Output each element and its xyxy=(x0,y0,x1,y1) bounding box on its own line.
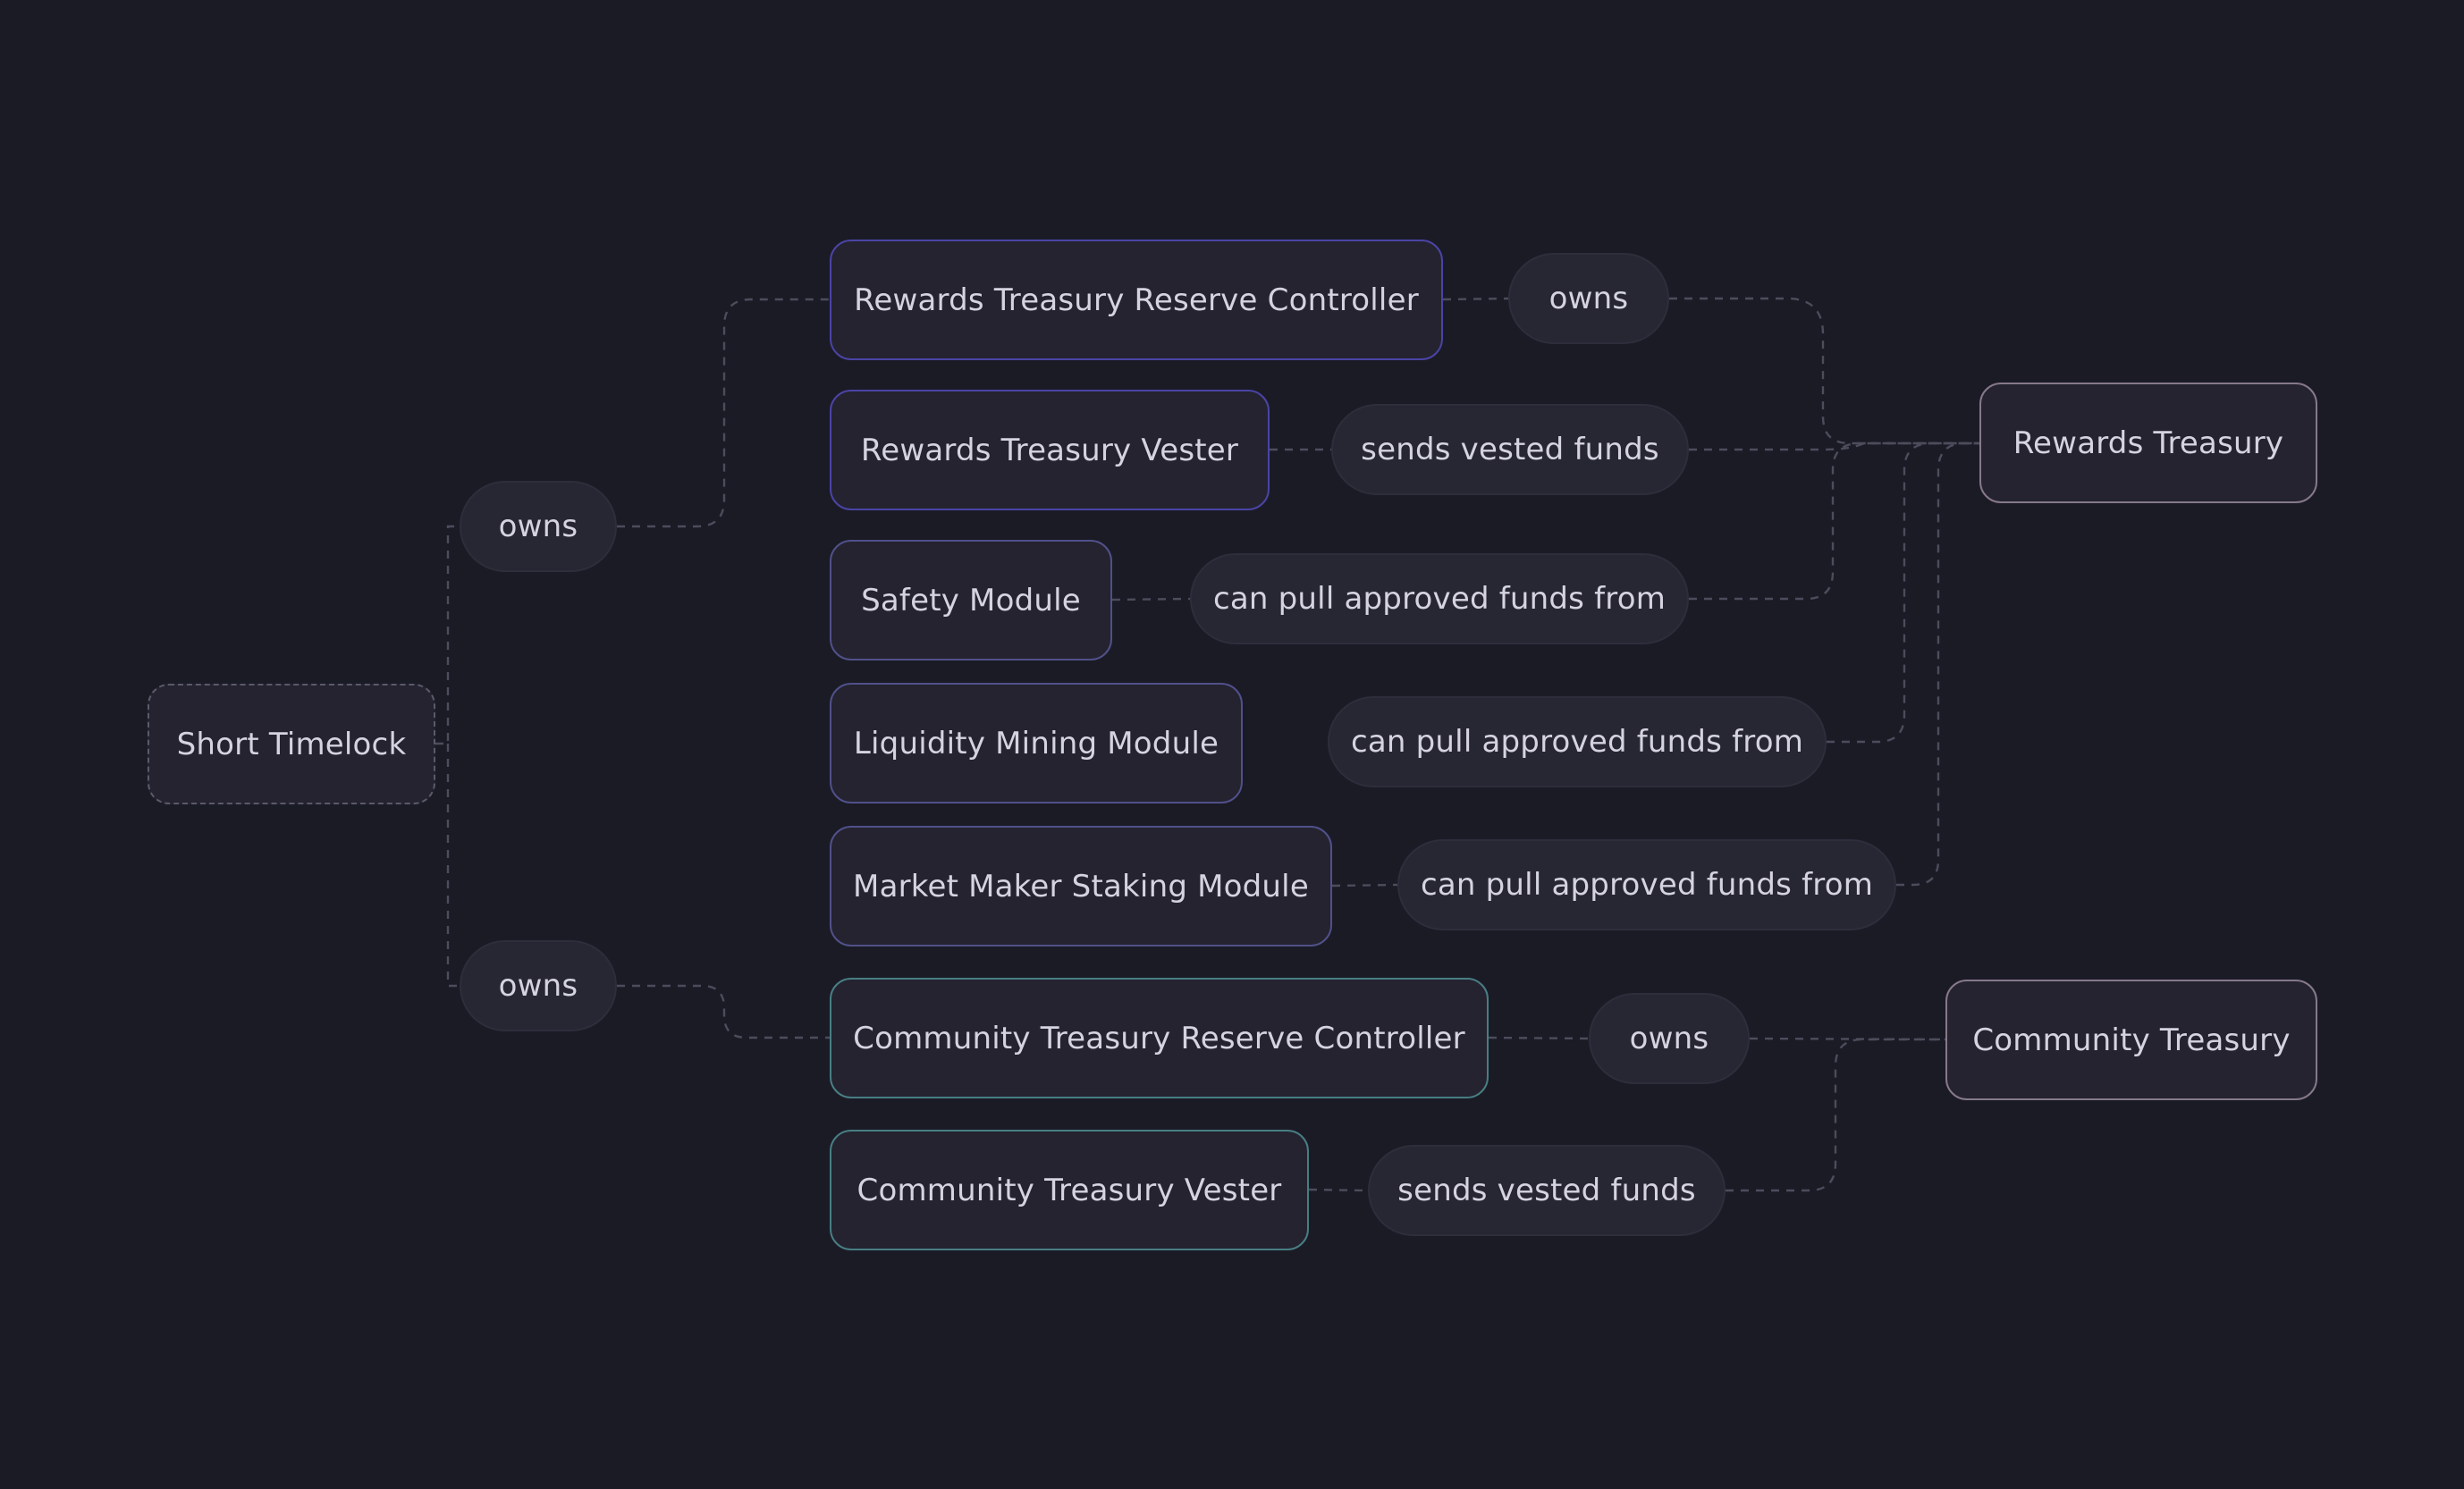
diagram-canvas: Short Timelock owns owns Rewards Treasur… xyxy=(0,0,2464,1489)
node-safety-module[interactable]: Safety Module xyxy=(830,540,1112,660)
edge-sm-to-canpull xyxy=(1111,597,1191,601)
node-market-maker-staking-module[interactable]: Market Maker Staking Module xyxy=(830,826,1332,946)
label-can-pull-safety: can pull approved funds from xyxy=(1190,553,1689,644)
label-owns-rewards-reserve: owns xyxy=(1508,253,1669,344)
node-liquidity-mining-module[interactable]: Liquidity Mining Module xyxy=(830,683,1243,803)
label-owns-bottom: owns xyxy=(460,940,617,1031)
edge-timelock-to-owns-top xyxy=(435,525,460,745)
edge-canpull-safety-to-rewards-treasury xyxy=(1689,442,1979,601)
node-community-treasury-vester[interactable]: Community Treasury Vester xyxy=(830,1130,1309,1250)
label-sends-vested-funds-rewards: sends vested funds xyxy=(1331,404,1689,495)
edge-canpull-marketmaker-to-rewards-treasury xyxy=(1896,442,1979,887)
edge-ctrc-to-owns xyxy=(1488,1036,1590,1040)
node-short-timelock[interactable]: Short Timelock xyxy=(148,684,435,804)
node-community-treasury[interactable]: Community Treasury xyxy=(1945,980,2317,1100)
edge-owns-bottom-to-ctrc xyxy=(617,984,830,1039)
edge-mmsm-to-canpull xyxy=(1331,883,1398,888)
node-community-treasury-reserve-controller[interactable]: Community Treasury Reserve Controller xyxy=(830,978,1489,1098)
label-owns-community-reserve: owns xyxy=(1589,993,1750,1084)
label-can-pull-liquidity: can pull approved funds from xyxy=(1328,696,1827,787)
edge-sends-to-community-treasury xyxy=(1726,1038,1945,1192)
label-sends-vested-funds-community: sends vested funds xyxy=(1368,1145,1726,1236)
edge-timelock-to-owns-bottom xyxy=(446,744,460,988)
edge-owns-to-rewards-treasury xyxy=(1669,297,1979,445)
node-rewards-treasury-reserve-controller[interactable]: Rewards Treasury Reserve Controller xyxy=(830,240,1443,360)
edge-owns-top-to-rtrc xyxy=(617,298,830,528)
node-rewards-treasury[interactable]: Rewards Treasury xyxy=(1979,383,2317,503)
label-owns-top: owns xyxy=(460,481,617,572)
node-rewards-treasury-vester[interactable]: Rewards Treasury Vester xyxy=(830,390,1270,510)
edge-canpull-liquidity-to-rewards-treasury xyxy=(1827,442,1979,744)
label-can-pull-market-maker: can pull approved funds from xyxy=(1397,839,1896,930)
